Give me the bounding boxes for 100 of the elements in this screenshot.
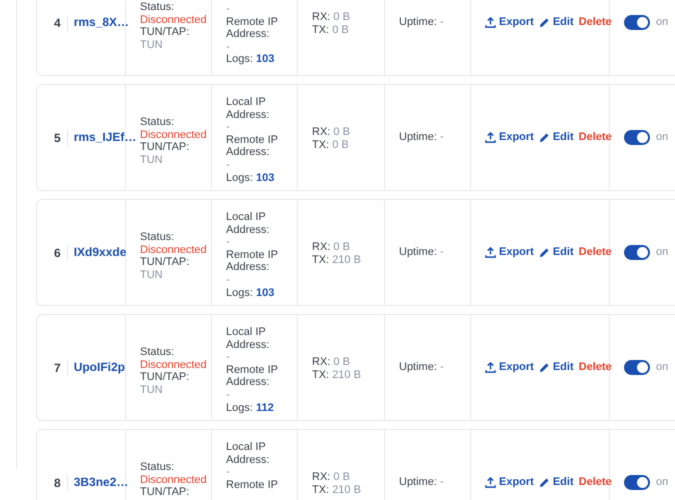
tuntap-label: TUN/TAP: (140, 256, 190, 269)
remote-ip-value: - (226, 274, 231, 287)
delete-button[interactable]: Delete (578, 361, 612, 374)
status-value: Disconnected (140, 244, 207, 256)
uptime-value: - (440, 131, 444, 144)
uptime-label: Uptime: (399, 246, 437, 258)
tuntap-value: TUN (140, 268, 164, 282)
toggle-label: on (656, 246, 668, 259)
local-ip-value: - (226, 351, 231, 364)
export-button[interactable]: Export (485, 246, 534, 259)
pencil-icon (538, 17, 550, 28)
local-ip-label: Local IP Address: (226, 211, 270, 236)
delete-button[interactable]: Delete (578, 131, 612, 144)
pencil-icon (538, 477, 550, 488)
row-number: 4 (54, 14, 68, 30)
tx-value: 210 B (332, 368, 361, 381)
rx-label: RX: (312, 126, 330, 138)
toggle-switch[interactable] (624, 245, 650, 260)
delete-button[interactable]: Delete (578, 16, 612, 29)
toggle-label: on (656, 131, 668, 144)
export-button[interactable]: Export (485, 476, 534, 489)
edit-button[interactable]: Edit (538, 361, 574, 374)
tx-value: 0 B (332, 138, 349, 151)
local-ip-value: - (226, 3, 231, 16)
uptime-label: Uptime: (399, 476, 437, 488)
export-button[interactable]: Export (485, 361, 534, 374)
remote-ip-label: Remote IP (226, 478, 279, 492)
rx-label: RX: (312, 471, 330, 483)
toggle-switch[interactable] (624, 360, 650, 375)
upload-icon (485, 17, 496, 28)
status-label: Status: (140, 231, 176, 244)
remote-ip-label: Remote IP Address: (226, 134, 279, 159)
tx-value: 210 B (332, 254, 361, 266)
rx-value: 0 B (333, 126, 350, 138)
tx-value: 210 B (332, 484, 361, 496)
uptime-label: Uptime: (399, 361, 437, 374)
tx-label: TX: (312, 484, 330, 496)
delete-button[interactable]: Delete (578, 246, 612, 259)
edit-button[interactable]: Edit (538, 476, 574, 489)
logs-count-link[interactable]: 103 (256, 53, 274, 66)
logs-count-link[interactable]: 103 (256, 286, 274, 299)
status-value: Disconnected (140, 474, 207, 486)
toggle-switch[interactable] (624, 15, 650, 30)
export-button[interactable]: Export (485, 16, 534, 29)
upload-icon (485, 477, 496, 488)
rx-value: 0 B (333, 356, 350, 368)
toggle-switch[interactable] (624, 130, 650, 145)
edit-button[interactable]: Edit (538, 16, 574, 29)
tunnel-name-link[interactable]: rms_IJEf… (68, 131, 136, 144)
status-label: Status: (140, 346, 176, 359)
row-number: 7 (54, 360, 68, 376)
remote-ip-value: - (226, 388, 231, 402)
uptime-value: - (440, 16, 444, 28)
remote-ip-value: - (226, 40, 231, 54)
tunnel-name-link[interactable]: IXd9xxde (68, 246, 126, 259)
rx-value: 0 B (333, 241, 350, 253)
toggle-label: on (656, 361, 668, 374)
tuntap-label: TUN/TAP: (140, 486, 190, 499)
logs-label: Logs: (226, 286, 253, 299)
logs-label: Logs: (226, 172, 253, 184)
status-label: Status: (140, 116, 176, 129)
logs-count-link[interactable]: 112 (256, 402, 274, 414)
edit-button[interactable]: Edit (538, 246, 574, 259)
toggle-switch[interactable] (624, 475, 650, 490)
pencil-icon (538, 247, 550, 258)
status-label: Status: (140, 461, 176, 474)
tuntap-label: TUN/TAP: (140, 26, 190, 39)
local-ip-label: Local IP Address: (226, 441, 270, 466)
uptime-value: - (440, 246, 444, 258)
tx-label: TX: (312, 138, 330, 151)
status-value: Disconnected (140, 14, 207, 26)
local-ip-value: - (226, 236, 231, 249)
export-button[interactable]: Export (485, 131, 534, 144)
edit-button[interactable]: Edit (538, 131, 574, 144)
rx-value: 0 B (333, 11, 350, 23)
remote-ip-label: Remote IP Address: (226, 364, 279, 389)
row-number: 5 (54, 130, 68, 146)
uptime-value: - (440, 361, 444, 374)
delete-button[interactable]: Delete (578, 476, 612, 489)
tunnel-name-link[interactable]: rms_8X… (68, 16, 130, 29)
logs-count-link[interactable]: 103 (256, 172, 274, 184)
remote-ip-label: Remote IP Address: (226, 16, 279, 41)
status-value: Disconnected (140, 358, 207, 372)
status-value: Disconnected (140, 128, 207, 142)
rx-value: 0 B (333, 471, 350, 483)
tuntap-value: TUN (140, 38, 164, 52)
local-ip-label: Local IP Address: (226, 326, 270, 352)
tunnel-name-link[interactable]: 3B3ne2… (68, 476, 128, 489)
tuntap-value: TUN (140, 154, 164, 166)
tuntap-label: TUN/TAP: (140, 371, 190, 384)
tunnel-name-link[interactable]: UpoIFi2p (68, 361, 126, 374)
rx-label: RX: (312, 356, 330, 368)
tx-label: TX: (312, 254, 330, 266)
tx-label: TX: (312, 24, 330, 36)
tuntap-value: TUN (140, 384, 164, 396)
row-number: 6 (54, 244, 68, 260)
rx-label: RX: (312, 241, 330, 253)
logs-label: Logs: (226, 402, 253, 414)
remote-ip-label: Remote IP Address: (226, 248, 279, 274)
local-ip-value: - (226, 121, 231, 134)
